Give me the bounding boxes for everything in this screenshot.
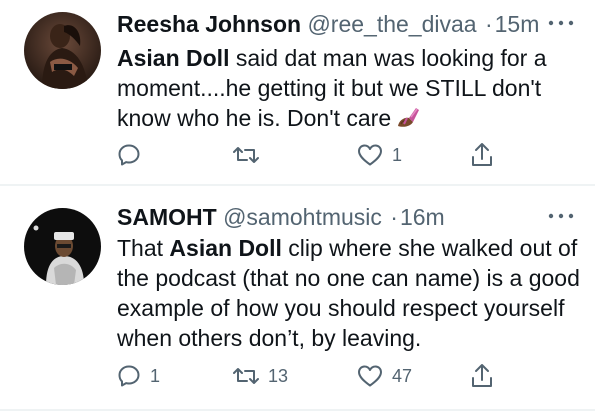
tweet-header: Reesha Johnson @ree_the_divaa ·15m (117, 10, 539, 38)
share-button[interactable] (470, 140, 494, 170)
profile-photo-icon (24, 12, 101, 89)
reply-button[interactable]: 1 (117, 361, 160, 391)
nail-polish-icon (398, 108, 420, 127)
display-name[interactable]: SAMOHT (117, 204, 217, 230)
tweet[interactable]: Reesha Johnson @ree_the_divaa ·15m Asian… (0, 0, 595, 184)
tweet[interactable]: SAMOHT @samohtmusic ·16m That Asian Doll… (0, 186, 595, 411)
tweet-body: That (117, 235, 170, 261)
timeline-feed: Reesha Johnson @ree_the_divaa ·15m Asian… (0, 0, 595, 411)
more-icon[interactable] (547, 17, 575, 29)
like-button[interactable]: 47 (357, 361, 412, 391)
tweet-text: That Asian Doll clip where she walked ou… (117, 233, 582, 353)
reply-icon (118, 365, 140, 387)
retweet-button[interactable] (233, 140, 259, 170)
like-button[interactable]: 1 (357, 140, 402, 170)
retweet-icon (233, 147, 259, 163)
share-button[interactable] (470, 361, 494, 391)
like-count: 47 (392, 365, 413, 386)
avatar[interactable] (24, 208, 101, 285)
tweet-actions: 1 (117, 140, 577, 170)
retweet-button[interactable]: 13 (233, 361, 288, 391)
share-icon (472, 143, 492, 166)
tweet-text: Asian Doll said dat man was looking for … (117, 43, 582, 133)
retweet-icon (233, 368, 259, 384)
timestamp[interactable]: 15m (495, 11, 540, 37)
reply-icon (118, 144, 140, 166)
reply-button[interactable] (117, 140, 141, 170)
like-count: 1 (392, 144, 403, 165)
heart-icon (358, 144, 382, 166)
profile-photo-icon (24, 208, 101, 285)
separator: · (484, 11, 493, 37)
reply-count: 1 (150, 365, 161, 386)
tweet-header: SAMOHT @samohtmusic ·16m (117, 203, 445, 231)
more-icon[interactable] (547, 210, 575, 222)
heart-icon (358, 365, 382, 387)
separator: · (390, 204, 398, 230)
display-name[interactable]: Reesha Johnson (117, 11, 301, 37)
user-handle[interactable]: @ree_the_divaa (307, 11, 476, 37)
user-handle[interactable]: @samohtmusic (223, 204, 382, 230)
avatar[interactable] (24, 12, 101, 89)
timestamp[interactable]: 16m (400, 204, 445, 230)
mention-text: Asian Doll (117, 45, 230, 71)
retweet-count: 13 (268, 365, 289, 386)
mention-text: Asian Doll (169, 235, 282, 261)
share-icon (472, 364, 492, 387)
tweet-actions: 1 13 47 (117, 361, 577, 391)
